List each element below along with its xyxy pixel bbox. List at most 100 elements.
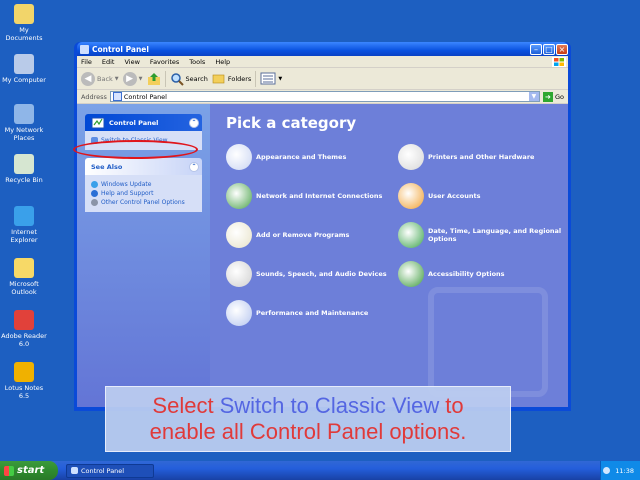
desktop-icon-adobe-reader[interactable]: Adobe Reader 6.0 — [0, 310, 48, 348]
category-date-time-globe[interactable]: Date, Time, Language, and Regional Optio… — [398, 220, 566, 250]
see-also-header[interactable]: See Also ⌃ — [85, 158, 202, 175]
go-button[interactable]: ➜ Go — [542, 91, 564, 102]
desktop-icon-internet-explorer[interactable]: Internet Explorer — [0, 206, 48, 244]
taskbar-control-panel-icon — [71, 467, 78, 474]
control-panel-window: Control Panel – □ × File Edit View Favor… — [74, 42, 571, 411]
printer-icon — [398, 144, 424, 170]
taskbar-task-label: Control Panel — [81, 466, 125, 475]
category-appearance-themes[interactable]: Appearance and Themes — [226, 142, 394, 172]
address-dropdown-icon[interactable]: ▼ — [528, 92, 539, 101]
see-also-body: Windows Update Help and Support Other Co… — [85, 175, 202, 212]
views-icon — [260, 72, 276, 85]
windows-update-label: Windows Update — [101, 181, 152, 188]
minimize-button[interactable]: – — [530, 43, 542, 55]
see-also-title: See Also — [91, 162, 123, 171]
category-label: Appearance and Themes — [256, 153, 347, 161]
menu-favorites[interactable]: Favorites — [150, 58, 179, 66]
windows-flag-icon — [4, 465, 14, 476]
taskbar-control-panel-button[interactable]: Control Panel — [66, 463, 154, 478]
help-and-support-link[interactable]: Help and Support — [91, 190, 196, 197]
views-dropdown-icon: ▼ — [278, 75, 283, 82]
search-icon — [170, 72, 184, 86]
menu-file[interactable]: File — [81, 58, 92, 66]
forward-arrow-icon: ▶ — [122, 71, 137, 86]
speaker-icon — [226, 261, 252, 287]
see-also-chevron-icon[interactable]: ⌃ — [189, 161, 199, 172]
category-label: Sounds, Speech, and Audio Devices — [256, 270, 387, 278]
up-folder-button[interactable] — [147, 72, 161, 86]
desktop-icon-label: Adobe Reader 6.0 — [1, 332, 47, 348]
category-speaker[interactable]: Sounds, Speech, and Audio Devices — [226, 259, 394, 289]
category-network-connections[interactable]: Network and Internet Connections — [226, 181, 394, 211]
add-remove-programs-icon — [226, 222, 252, 248]
control-panel-task-title: Control Panel — [109, 118, 159, 127]
folders-icon — [212, 74, 225, 83]
views-button[interactable]: ▼ — [260, 72, 282, 85]
accessibility-icon — [398, 261, 424, 287]
desktop-icon-label: My Documents — [5, 26, 43, 42]
category-printer[interactable]: Printers and Other Hardware — [398, 142, 566, 172]
address-bar: Address Control Panel ▼ ➜ Go — [77, 90, 568, 104]
category-label: Network and Internet Connections — [256, 192, 383, 200]
control-panel-task-header[interactable]: Control Panel ⌃ — [85, 114, 202, 131]
category-accessibility[interactable]: Accessibility Options — [398, 259, 566, 289]
other-control-panel-options-link[interactable]: Other Control Panel Options — [91, 199, 196, 206]
category-label: Printers and Other Hardware — [428, 153, 535, 161]
caption-switch-to-classic-view: Switch to Classic View — [219, 393, 440, 418]
windows-logo-icon — [552, 56, 566, 67]
menu-edit[interactable]: Edit — [102, 58, 115, 66]
folders-label: Folders — [227, 74, 252, 83]
search-button[interactable]: Search — [170, 72, 208, 86]
address-field[interactable]: Control Panel ▼ — [109, 91, 540, 102]
folder-documents-icon — [14, 4, 34, 24]
taskbar: start Control Panel 11:38 — [0, 461, 640, 480]
desktop-icon-computer[interactable]: My Computer — [0, 54, 48, 84]
collapse-chevron-icon[interactable]: ⌃ — [189, 117, 199, 128]
desktop-icon-recycle-bin[interactable]: Recycle Bin — [0, 154, 48, 184]
title-bar[interactable]: Control Panel – □ × — [77, 42, 568, 56]
forward-dropdown-icon: ▼ — [138, 75, 143, 82]
desktop-icon-outlook[interactable]: Microsoft Outlook — [0, 258, 48, 296]
adobe-reader-icon — [14, 310, 34, 330]
category-performance[interactable]: Performance and Maintenance — [226, 298, 394, 328]
highlight-ellipse — [73, 140, 198, 159]
category-user-accounts[interactable]: User Accounts — [398, 181, 566, 211]
control-panel-small-icon — [112, 92, 122, 101]
folders-button[interactable]: Folders — [212, 72, 251, 86]
address-label: Address — [81, 92, 107, 101]
clock: 11:38 — [615, 466, 634, 475]
computer-icon — [14, 54, 34, 74]
menu-tools[interactable]: Tools — [189, 58, 205, 66]
appearance-themes-icon — [226, 144, 252, 170]
desktop-icon-folder-documents[interactable]: My Documents — [0, 4, 48, 42]
close-button[interactable]: × — [556, 43, 568, 55]
see-also-box: See Also ⌃ Windows Update Help and Suppo… — [85, 158, 202, 212]
other-control-panel-options-label: Other Control Panel Options — [101, 199, 185, 206]
recycle-bin-icon — [14, 154, 34, 174]
back-arrow-icon: ◀ — [81, 71, 95, 86]
desktop-icon-label: Microsoft Outlook — [9, 280, 39, 296]
category-label: Date, Time, Language, and Regional Optio… — [428, 227, 562, 243]
desktop-icon-lotus-notes[interactable]: Lotus Notes 6.5 — [0, 362, 48, 400]
help-and-support-label: Help and Support — [101, 190, 154, 197]
category-pane: Pick a category Appearance and Themes Pri… — [210, 104, 568, 407]
caption-to: to — [445, 393, 464, 418]
forward-button[interactable]: ▶ ▼ — [122, 71, 143, 86]
system-tray: 11:38 — [600, 461, 640, 480]
maximize-button[interactable]: □ — [543, 43, 555, 55]
outlook-icon — [14, 258, 34, 278]
menu-help[interactable]: Help — [215, 58, 230, 66]
network-places-icon — [14, 104, 34, 124]
windows-update-link[interactable]: Windows Update — [91, 181, 196, 188]
go-arrow-icon: ➜ — [542, 91, 553, 102]
category-add-remove-programs[interactable]: Add or Remove Programs — [226, 220, 394, 250]
control-panel-window-icon — [80, 44, 89, 54]
internet-explorer-icon — [14, 206, 34, 226]
menu-view[interactable]: View — [124, 58, 139, 66]
help-icon — [91, 190, 98, 197]
start-button[interactable]: start — [0, 461, 58, 480]
desktop-icon-network-places[interactable]: My Network Places — [0, 104, 48, 142]
tray-speaker-icon[interactable] — [603, 467, 611, 474]
category-label: User Accounts — [428, 192, 481, 200]
back-button[interactable]: ◀ Back ▼ — [81, 71, 119, 86]
